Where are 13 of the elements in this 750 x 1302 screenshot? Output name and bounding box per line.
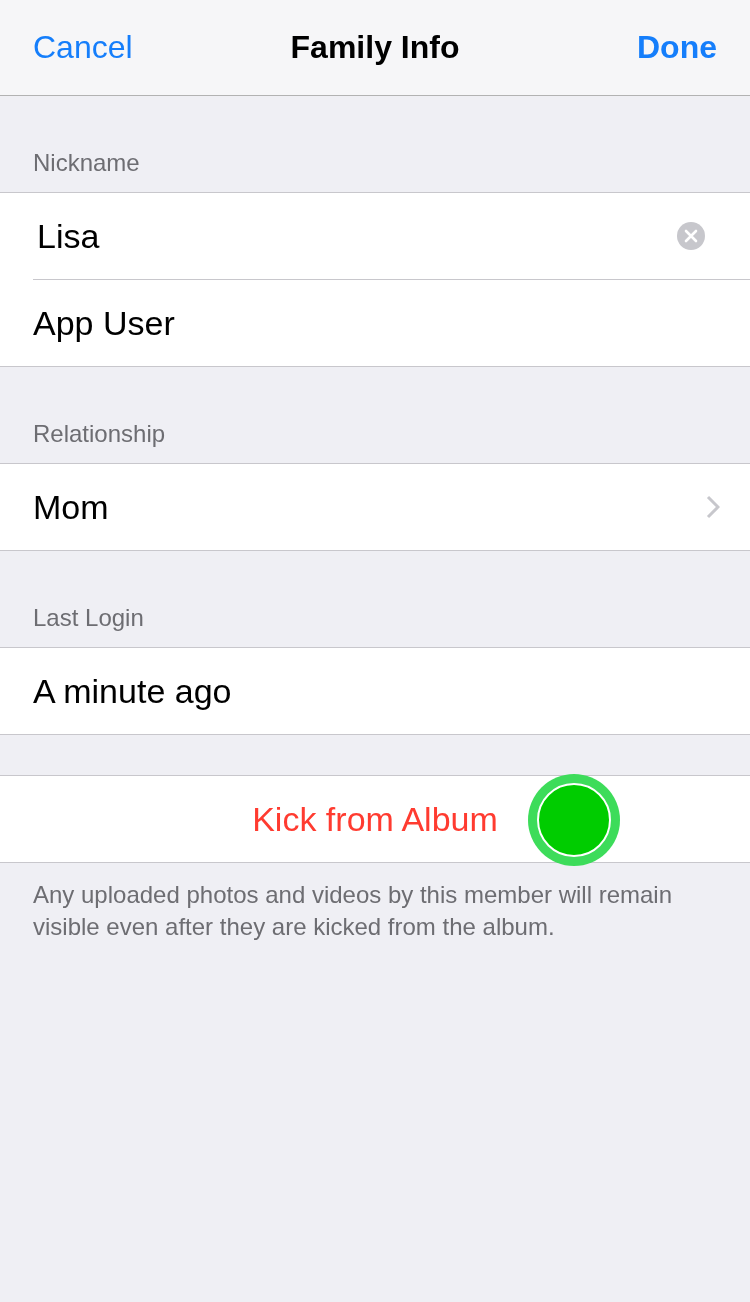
- kick-from-album-button[interactable]: Kick from Album: [252, 799, 498, 839]
- section-header: Last Login: [33, 604, 144, 632]
- done-button[interactable]: Done: [637, 29, 717, 66]
- section-header: Relationship: [33, 420, 166, 448]
- section-header: Nickname: [33, 149, 140, 177]
- nickname-field[interactable]: Lisa: [33, 216, 677, 256]
- screen-title: Family Info: [290, 29, 460, 66]
- footnote: Any uploaded photos and videos by this member will remain visible even after they are kicked from the album.: [33, 880, 673, 942]
- cancel-button[interactable]: Cancel: [33, 29, 133, 66]
- cell-text: App User: [33, 303, 175, 343]
- chevron-icon: [706, 495, 720, 519]
- cell-text: A minute ago: [33, 671, 232, 711]
- clear-icon[interactable]: [677, 222, 705, 250]
